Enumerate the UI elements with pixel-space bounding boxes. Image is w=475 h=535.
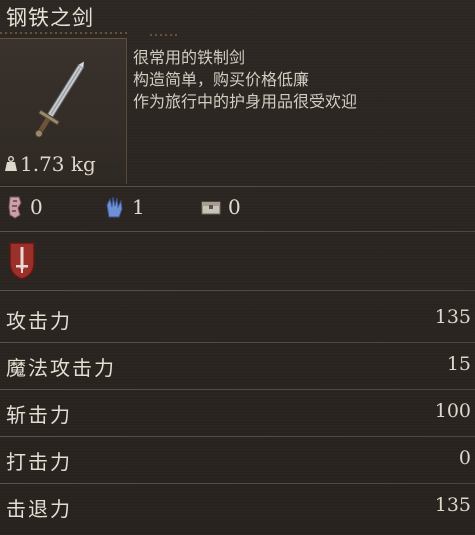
stat-row-slash: 斩击力 100	[0, 390, 475, 437]
stat-value: 0	[458, 447, 471, 469]
item-name: 钢铁之剑	[6, 6, 94, 30]
item-weight: 1.73 kg	[4, 152, 96, 176]
stat-row-knockback: 击退力 135	[0, 484, 475, 531]
ornament-top-left	[0, 32, 130, 34]
weight-value: 1.73 kg	[20, 152, 96, 176]
stat-label: 击退力	[6, 497, 72, 521]
description-line: 作为旅行中的护身用品很受欢迎	[133, 92, 358, 111]
divider	[0, 290, 475, 291]
stat-row-strike: 打击力 0	[0, 437, 475, 484]
stat-label: 攻击力	[6, 309, 72, 333]
requirement-value: 1	[132, 195, 145, 219]
stat-row-attack: 攻击力 135	[0, 296, 475, 343]
requirement-value: 0	[228, 195, 241, 219]
stat-value: 135	[434, 494, 471, 516]
ornament-top-mid	[150, 34, 180, 36]
stat-value: 100	[434, 400, 471, 422]
steel-sword-icon	[34, 61, 85, 138]
stat-value: 15	[446, 353, 471, 375]
stat-label: 斩击力	[6, 403, 72, 427]
stat-row-magic-attack: 魔法攻击力 15	[0, 343, 475, 390]
stat-label: 打击力	[6, 450, 72, 474]
stat-label: 魔法攻击力	[6, 356, 116, 380]
chest-requirement-icon	[201, 201, 221, 215]
sword-shield-emblem-icon	[9, 242, 35, 280]
requirement-chest: 0	[200, 195, 241, 219]
requirement-value: 0	[30, 195, 43, 219]
requirement-magic: 1	[104, 195, 145, 219]
weight-icon	[5, 156, 17, 171]
divider	[0, 186, 475, 187]
description-line: 很常用的铁制剑	[133, 48, 246, 67]
item-tooltip-panel: 钢铁之剑 1.73 kg 很常用的铁制剑 构造简单，购买价格低廉 作为旅行中的护…	[0, 0, 475, 535]
magic-requirement-icon	[106, 196, 123, 218]
requirements-row: 0 1 0	[0, 195, 475, 223]
item-description: 很常用的铁制剑 构造简单，购买价格低廉 作为旅行中的护身用品很受欢迎	[133, 47, 357, 113]
divider	[0, 231, 475, 232]
stat-value: 135	[434, 306, 471, 328]
description-line: 构造简单，购买价格低廉	[133, 70, 310, 89]
requirement-strength: 0	[6, 195, 43, 219]
strength-requirement-icon	[8, 196, 22, 219]
